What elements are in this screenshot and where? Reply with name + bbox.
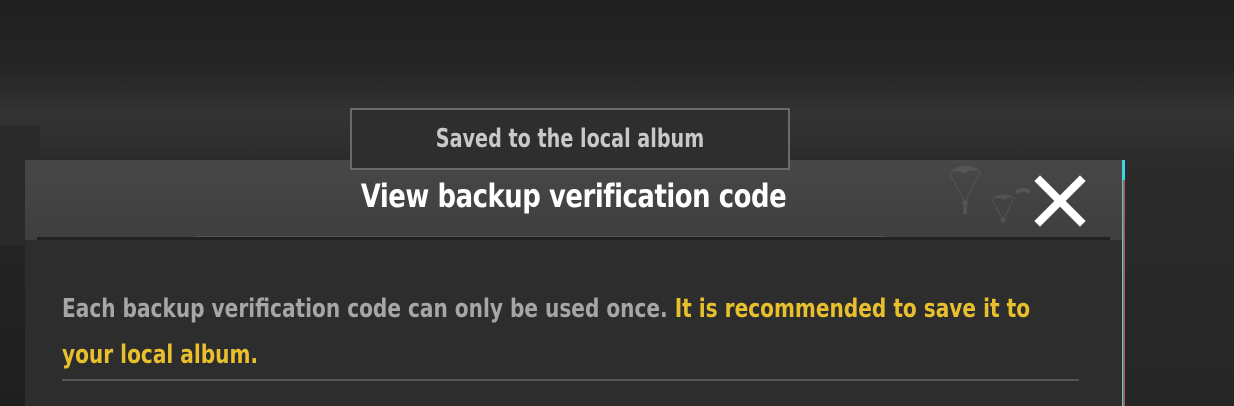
toast-message: Saved to the local album: [435, 124, 705, 154]
saved-toast: Saved to the local album: [350, 108, 790, 170]
background-right-panel: [1122, 150, 1234, 406]
backup-code-notice: Each backup verification code can only b…: [62, 286, 1085, 378]
body-divider: [62, 379, 1079, 381]
close-icon[interactable]: [1031, 172, 1089, 230]
dialog-body: Each backup verification code can only b…: [25, 240, 1122, 406]
notice-text: Each backup verification code can only b…: [62, 294, 675, 324]
dialog-edge-accent: [1123, 180, 1125, 406]
parachutes-icon: [948, 165, 1030, 223]
backup-code-dialog: View backup verification code Each backu…: [25, 160, 1125, 406]
dialog-header: View backup verification code: [25, 160, 1122, 240]
